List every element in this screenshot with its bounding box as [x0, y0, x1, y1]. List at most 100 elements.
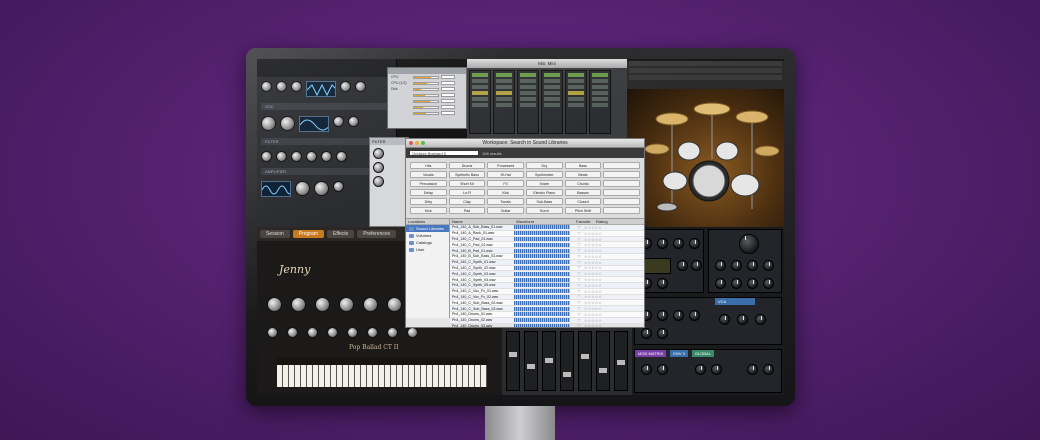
synth-knob[interactable]	[747, 278, 758, 289]
rating-stars[interactable]: ☆☆☆☆☆	[584, 265, 602, 270]
category-button[interactable]	[603, 189, 640, 196]
synth-knob[interactable]	[711, 364, 722, 375]
synth-knob[interactable]	[715, 278, 726, 289]
favorite-icon[interactable]: ♡	[574, 277, 584, 282]
category-button[interactable]: Tonals	[487, 198, 524, 205]
piano-keyboard[interactable]	[277, 357, 487, 387]
favorite-icon[interactable]: ♡	[574, 265, 584, 270]
category-button[interactable]: FX	[487, 180, 524, 187]
mixer-channel-strip[interactable]	[517, 70, 539, 134]
favorite-icon[interactable]: ♡	[574, 300, 584, 305]
piano-knob[interactable]	[407, 327, 418, 338]
synth-knob[interactable]	[747, 364, 758, 375]
osc-knob[interactable]	[291, 81, 302, 92]
category-button[interactable]: Guitar	[487, 207, 524, 214]
synth-knob[interactable]	[641, 364, 652, 375]
filter-knob[interactable]	[261, 151, 272, 162]
category-button[interactable]: Chords	[564, 180, 602, 187]
favorite-icon[interactable]: ♡	[574, 248, 584, 253]
favorite-icon[interactable]: ♡	[574, 323, 584, 327]
tab-preferences[interactable]: Preferences	[357, 230, 397, 238]
synth-knob[interactable]	[731, 278, 742, 289]
synth-knob[interactable]	[747, 260, 758, 271]
category-button[interactable]: Synthetic Bass	[448, 171, 486, 178]
rating-stars[interactable]: ☆☆☆☆☆	[584, 231, 602, 236]
amp-knob[interactable]	[295, 181, 310, 196]
osc-knob[interactable]	[280, 116, 295, 131]
rating-stars[interactable]: ☆☆☆☆☆	[584, 248, 602, 253]
synth-knob[interactable]	[677, 260, 688, 271]
category-button[interactable]: Pitch Shift	[564, 207, 602, 214]
piano-knob[interactable]	[387, 297, 402, 312]
synth-knob[interactable]	[641, 328, 652, 339]
piano-knob[interactable]	[339, 297, 354, 312]
channel-fader[interactable]	[581, 354, 589, 359]
piano-knob[interactable]	[315, 297, 330, 312]
category-button[interactable]: Dry	[526, 162, 563, 169]
synth-knob[interactable]	[719, 314, 730, 325]
synth-knob[interactable]	[673, 238, 684, 249]
rating-stars[interactable]: ☆☆☆☆☆	[584, 242, 602, 247]
synth-knob[interactable]	[691, 260, 702, 271]
column-header-favorite[interactable]: Favorite	[576, 219, 596, 224]
rating-stars[interactable]: ☆☆☆☆☆	[584, 254, 602, 259]
synth-knob[interactable]	[657, 278, 668, 289]
category-button[interactable]: Electric Piano	[526, 189, 563, 196]
category-button[interactable]: Basses	[564, 189, 602, 196]
osc-knob[interactable]	[333, 116, 344, 127]
category-button[interactable]	[603, 162, 640, 169]
filter-knob[interactable]	[306, 151, 317, 162]
piano-knob[interactable]	[387, 327, 398, 338]
category-button[interactable]: Kick	[410, 207, 447, 214]
osc-knob[interactable]	[276, 81, 287, 92]
favorite-icon[interactable]: ♡	[574, 271, 584, 276]
mixer-channel-strip[interactable]	[589, 70, 611, 134]
synth-knob[interactable]	[763, 260, 774, 271]
category-button[interactable]: Sub-Bass	[526, 198, 563, 205]
category-button[interactable]	[603, 198, 640, 205]
piano-knob[interactable]	[267, 297, 282, 312]
synth-knob-large[interactable]	[739, 234, 759, 254]
category-button[interactable]: Pad	[448, 207, 486, 214]
osc-knob[interactable]	[261, 116, 276, 131]
synth-knob[interactable]	[763, 364, 774, 375]
channel-fader[interactable]	[563, 372, 571, 377]
favorite-icon[interactable]: ♡	[574, 242, 584, 247]
rating-stars[interactable]: ☆☆☆☆☆	[584, 318, 602, 323]
filter-knob[interactable]	[276, 151, 287, 162]
synth-knob[interactable]	[737, 314, 748, 325]
category-button[interactable]: Hits	[410, 162, 447, 169]
channel-fader[interactable]	[545, 358, 553, 363]
tab-effects[interactable]: Effects	[326, 230, 355, 238]
amp-knob[interactable]	[314, 181, 329, 196]
favorite-icon[interactable]: ♡	[574, 318, 584, 323]
rating-stars[interactable]: ☆☆☆☆☆	[584, 260, 602, 265]
osc-knob[interactable]	[261, 81, 272, 92]
category-button[interactable]: Kick	[487, 189, 524, 196]
mixer-channel-strip[interactable]	[493, 70, 515, 134]
category-button[interactable]: Percussion	[410, 180, 447, 187]
category-button[interactable]: Closed	[564, 198, 602, 205]
filter-env-knob[interactable]	[373, 176, 384, 187]
category-button[interactable]: Hi-Hat	[487, 171, 524, 178]
osc-knob[interactable]	[355, 81, 366, 92]
favorite-icon[interactable]: ♡	[574, 237, 584, 242]
favorite-icon[interactable]: ♡	[574, 231, 584, 236]
filter-knob[interactable]	[321, 151, 332, 162]
favorite-icon[interactable]: ♡	[574, 254, 584, 259]
synth-knob[interactable]	[657, 310, 668, 321]
location-item[interactable]: User	[406, 246, 449, 253]
synth-knob[interactable]	[763, 278, 774, 289]
category-button[interactable]: Clap	[448, 198, 486, 205]
favorite-icon[interactable]: ♡	[574, 283, 584, 288]
rating-stars[interactable]: ☆☆☆☆☆	[584, 225, 602, 230]
column-header-rating[interactable]: Rating	[596, 219, 608, 224]
mixer-channel-strip[interactable]	[565, 70, 587, 134]
category-button[interactable]	[603, 171, 640, 178]
channel-fader[interactable]	[527, 364, 535, 369]
category-button[interactable]	[603, 180, 640, 187]
mixer-channel-strip[interactable]	[469, 70, 491, 134]
osc-knob[interactable]	[348, 116, 359, 127]
synth-knob[interactable]	[673, 310, 684, 321]
amp-knob[interactable]	[333, 181, 344, 192]
